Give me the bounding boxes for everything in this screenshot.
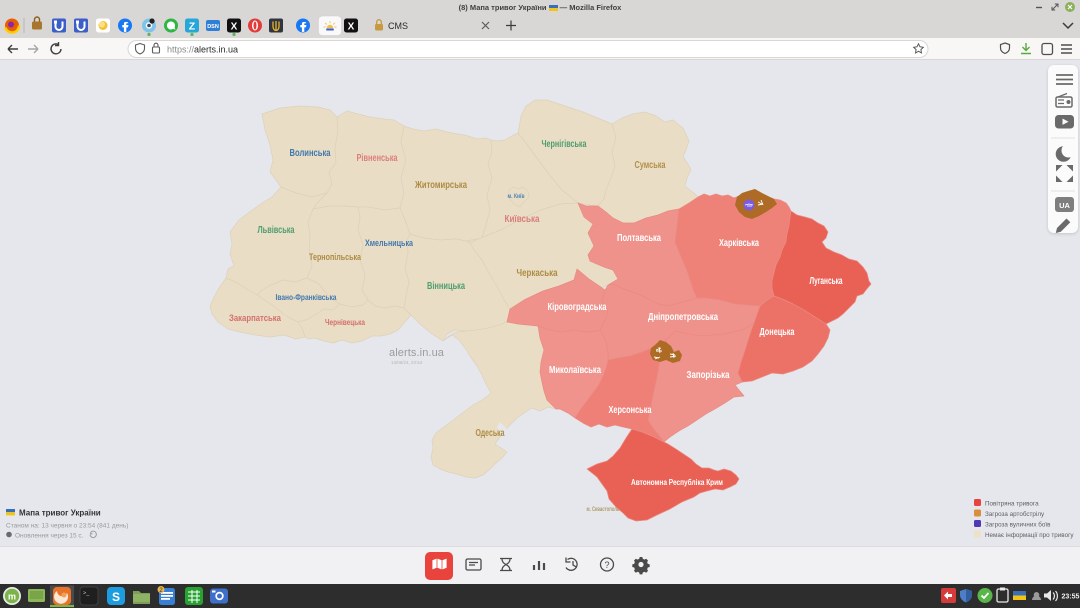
svg-text:CMS: CMS xyxy=(388,21,408,31)
svg-text:23:55: 23:55 xyxy=(1062,593,1080,600)
svg-text:Z: Z xyxy=(189,20,196,32)
svg-text:>_: >_ xyxy=(83,591,90,597)
svg-text:DSN: DSN xyxy=(207,24,219,30)
svg-text:UA: UA xyxy=(1059,201,1070,210)
svg-text:S: S xyxy=(112,590,120,604)
svg-text:X: X xyxy=(348,21,355,32)
svg-text:X: X xyxy=(231,21,238,32)
svg-text:?: ? xyxy=(604,560,609,570)
svg-text:https://alerts.in.ua: https://alerts.in.ua xyxy=(167,45,238,55)
svg-text:m: m xyxy=(8,592,16,602)
